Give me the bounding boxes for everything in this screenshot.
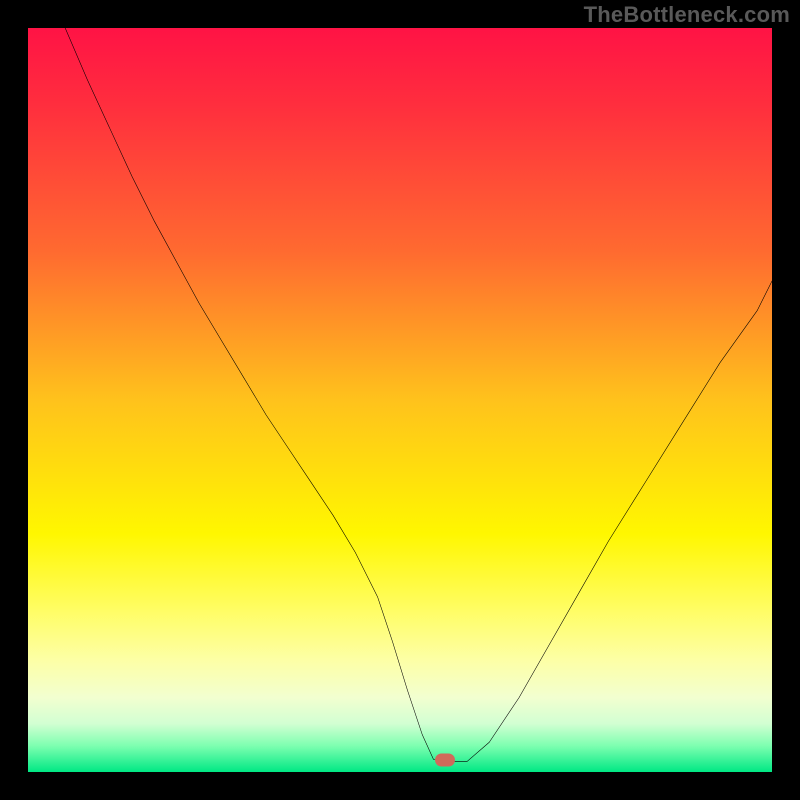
plot-area bbox=[28, 28, 772, 772]
bottleneck-curve bbox=[28, 28, 772, 772]
watermark-text: TheBottleneck.com bbox=[584, 2, 790, 28]
minimum-marker bbox=[435, 754, 455, 767]
chart-frame: TheBottleneck.com bbox=[0, 0, 800, 800]
